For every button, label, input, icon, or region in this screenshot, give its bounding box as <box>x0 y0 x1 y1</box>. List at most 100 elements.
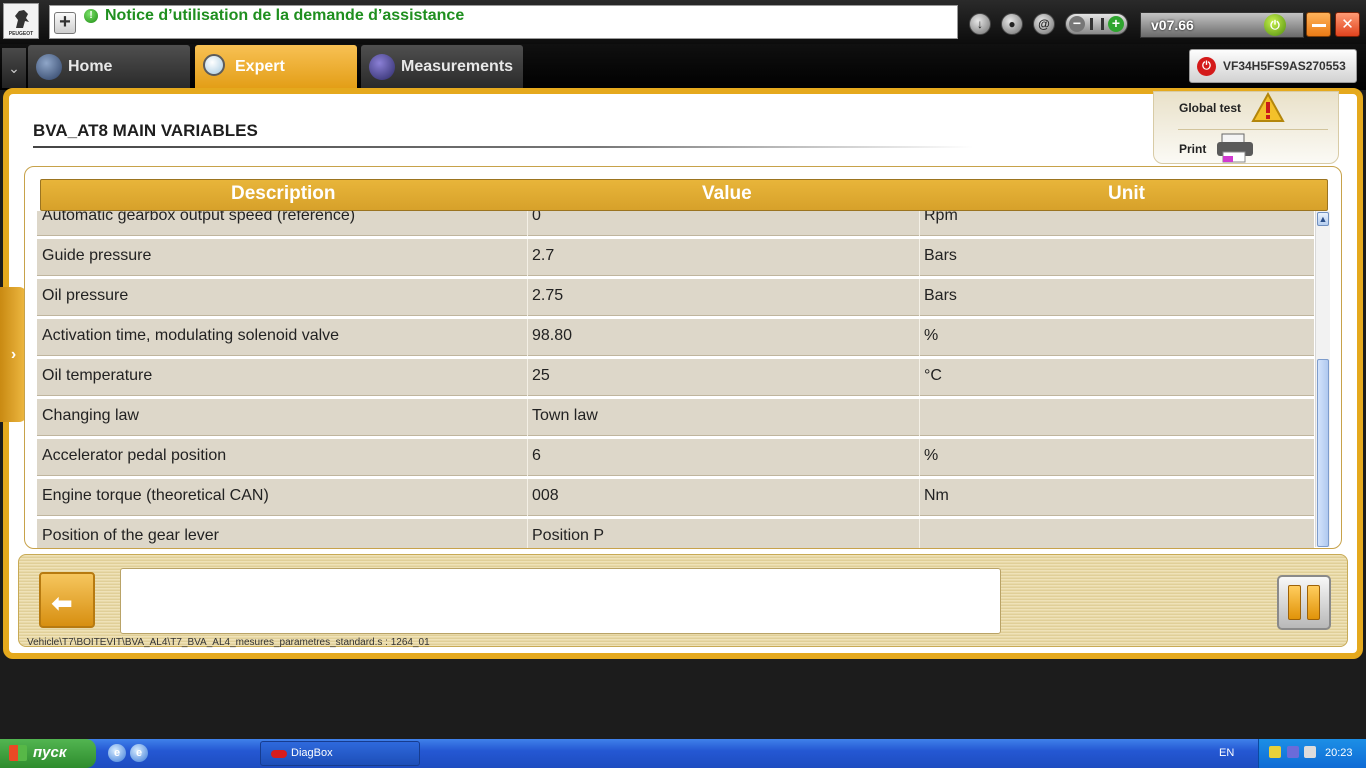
page-title: BVA_AT8 MAIN VARIABLES <box>33 121 258 140</box>
cell-unit: Bars <box>924 247 957 264</box>
waveform-icon <box>369 54 395 80</box>
table-row[interactable]: Engine torque (theoretical CAN) 008 Nm <box>37 479 1314 516</box>
back-button[interactable]: ⬅ <box>39 572 95 628</box>
scroll-thumb[interactable] <box>1317 359 1329 547</box>
cell-description: Changing law <box>42 407 139 424</box>
cell-value: 2.7 <box>532 247 555 264</box>
cell-value: 008 <box>532 487 559 504</box>
arrow-left-icon: ⬅ <box>51 588 73 618</box>
start-label: пуск <box>33 744 67 761</box>
table-row[interactable]: Position of the gear lever Position P <box>37 519 1314 548</box>
tab-bar: ⌄ Home Expert Measurements ⏻ VF34H5FS9AS… <box>0 44 1366 90</box>
table-row[interactable]: Changing law Town law <box>37 399 1314 436</box>
table-row[interactable]: Oil temperature 25 °C <box>37 359 1314 396</box>
tab-measurements[interactable]: Measurements <box>361 45 523 88</box>
cell-unit: °C <box>924 367 942 384</box>
table-header: Description Value Unit <box>40 179 1328 211</box>
add-button[interactable]: + <box>54 12 76 34</box>
zoom-toggle[interactable]: − + <box>1065 13 1128 35</box>
taskbar-item-diagbox[interactable]: DiagBox <box>260 741 420 766</box>
cell-unit: Bars <box>924 287 957 304</box>
chevron-down-icon[interactable]: ⌄ <box>2 48 26 88</box>
windows-flag-icon <box>9 745 27 761</box>
header-unit: Unit <box>1108 183 1145 204</box>
cell-description: Guide pressure <box>42 247 152 264</box>
close-button[interactable]: ✕ <box>1335 12 1360 37</box>
plus-icon[interactable]: + <box>1108 16 1124 32</box>
cell-description: Engine torque (theoretical CAN) <box>42 487 269 504</box>
tab-home[interactable]: Home <box>28 45 190 88</box>
notice-bar: + ! Notice d’utilisation de la demande d… <box>49 5 958 39</box>
tab-expert-label: Expert <box>235 58 285 75</box>
cell-value: 98.80 <box>532 327 573 344</box>
cell-unit: Rpm <box>924 211 958 224</box>
quick-launch-icon[interactable]: e <box>130 744 148 762</box>
home-icon <box>36 54 62 80</box>
top-bar: PEUGEOT + ! Notice d’utilisation de la d… <box>0 0 1366 44</box>
table-scrollbar[interactable]: ▲ <box>1315 211 1330 547</box>
actions-panel: Global test Print <box>1153 91 1339 164</box>
actions-divider <box>1178 129 1328 130</box>
cell-description: Automatic gearbox output speed (referenc… <box>42 211 356 224</box>
cell-value: Town law <box>532 407 598 424</box>
notice-text[interactable]: Notice d’utilisation de la demande d’ass… <box>105 7 464 25</box>
cell-value: 2.75 <box>532 287 564 304</box>
system-tray: 20:23 <box>1258 739 1366 768</box>
user-icon[interactable]: ● <box>1001 13 1023 35</box>
side-panel-toggle[interactable]: › <box>0 287 27 422</box>
title-divider <box>33 146 973 148</box>
script-path: Vehicle\T7\BOITEVIT\BVA_AL4\T7_BVA_AL4_m… <box>27 637 430 648</box>
pause-icon <box>1307 585 1320 620</box>
clock: 20:23 <box>1325 747 1353 759</box>
table-row[interactable]: Oil pressure 2.75 Bars <box>37 279 1314 316</box>
cell-description: Position of the gear lever <box>42 527 219 544</box>
minimize-button[interactable] <box>1306 12 1331 37</box>
lion-icon <box>15 10 29 28</box>
message-area <box>120 568 1001 634</box>
table-row[interactable]: Guide pressure 2.7 Bars <box>37 239 1314 276</box>
tray-icon[interactable] <box>1304 746 1316 758</box>
global-test-button[interactable]: Global test <box>1179 101 1241 115</box>
start-button[interactable]: пуск <box>0 739 96 768</box>
table-row[interactable]: Accelerator pedal position 6 % <box>37 439 1314 476</box>
warning-icon[interactable] <box>1250 92 1288 124</box>
table-row[interactable]: Automatic gearbox output speed (referenc… <box>37 211 1314 236</box>
print-button[interactable]: Print <box>1179 142 1206 156</box>
cell-description: Accelerator pedal position <box>42 447 227 464</box>
scroll-up-icon[interactable]: ▲ <box>1317 212 1329 226</box>
cell-description: Oil temperature <box>42 367 153 384</box>
cell-description: Oil pressure <box>42 287 129 304</box>
power-icon: ⏻ <box>1197 57 1216 76</box>
taskbar: пуск e e DiagBox EN 20:23 <box>0 739 1366 768</box>
download-icon[interactable]: ↓ <box>969 13 991 35</box>
tray-icon[interactable] <box>1269 746 1281 758</box>
info-icon: ! <box>84 9 98 23</box>
email-icon[interactable]: @ <box>1033 13 1055 35</box>
printer-icon[interactable] <box>1214 132 1258 164</box>
vin-button[interactable]: ⏻ VF34H5FS9AS270553 <box>1189 49 1357 83</box>
table-row[interactable]: Activation time, modulating solenoid val… <box>37 319 1314 356</box>
cell-value: 0 <box>532 211 541 224</box>
peugeot-logo: PEUGEOT <box>3 3 39 39</box>
pause-button[interactable] <box>1277 575 1331 630</box>
tab-expert[interactable]: Expert <box>195 45 357 88</box>
tray-icon[interactable] <box>1287 746 1299 758</box>
cell-value: 25 <box>532 367 550 384</box>
tab-home-label: Home <box>68 58 113 75</box>
logo-text: PEUGEOT <box>8 31 34 37</box>
language-indicator[interactable]: EN <box>1219 747 1234 759</box>
magnifier-icon <box>203 54 225 76</box>
cell-description: Activation time, modulating solenoid val… <box>42 327 340 344</box>
tab-measurements-label: Measurements <box>401 58 514 75</box>
vin-text: VF34H5FS9AS270553 <box>1223 59 1346 73</box>
minus-icon[interactable]: − <box>1069 16 1085 32</box>
variables-table: Description Value Unit Automatic gearbox… <box>24 166 1342 549</box>
header-value: Value <box>702 183 752 204</box>
cell-unit: % <box>924 327 939 344</box>
connection-icon[interactable]: ⏻ <box>1264 14 1286 36</box>
internet-explorer-icon[interactable]: e <box>108 744 126 762</box>
cell-unit: Nm <box>924 487 949 504</box>
bars-icon <box>1090 18 1104 30</box>
version-label: v07.66 <box>1151 17 1194 33</box>
taskbar-item-label: DiagBox <box>291 747 333 759</box>
